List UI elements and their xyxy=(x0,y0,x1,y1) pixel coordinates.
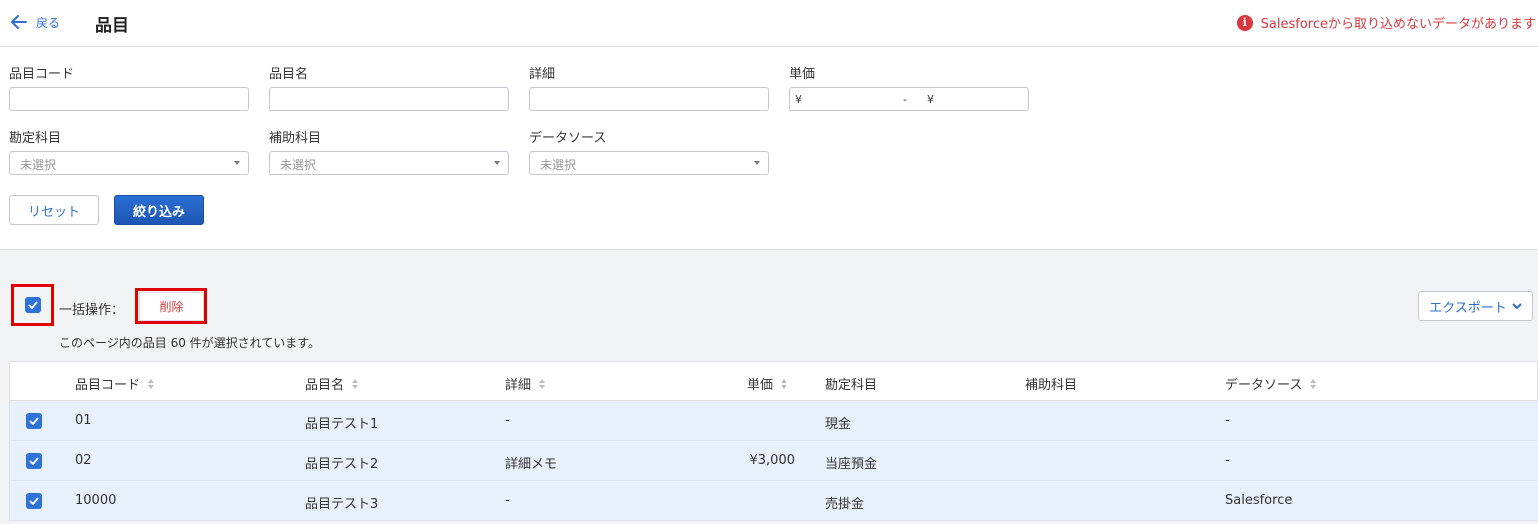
column-header-code[interactable]: 品目コード xyxy=(75,374,155,393)
caret-down-icon xyxy=(234,161,240,165)
code-filter-input[interactable] xyxy=(9,87,249,111)
table-row[interactable]: 01 品目テスト1 - 現金 - xyxy=(9,401,1538,441)
info-icon: i xyxy=(1236,14,1253,31)
cell-name[interactable]: 品目テスト1 xyxy=(305,413,378,432)
detail-filter-label: 詳細 xyxy=(529,67,556,82)
column-header-name[interactable]: 品目名 xyxy=(305,374,359,393)
sort-icon xyxy=(781,378,788,389)
column-header-price[interactable]: 単価 xyxy=(747,374,788,393)
reset-button[interactable]: リセット xyxy=(9,195,99,225)
selection-message: このページ内の品目 60 件が選択されています。 xyxy=(59,336,321,350)
row-checkbox[interactable] xyxy=(26,453,42,469)
price-range-input[interactable]: ¥ - ¥ xyxy=(789,87,1029,111)
cell-name[interactable]: 品目テスト2 xyxy=(305,453,378,472)
price-filter-label: 単価 xyxy=(789,67,816,82)
cell-source: - xyxy=(1225,453,1230,468)
import-warning[interactable]: i Salesforceから取り込めないデータがあります xyxy=(1236,13,1536,32)
cell-code: 01 xyxy=(75,413,92,428)
chevron-down-icon xyxy=(1512,302,1522,309)
sub-account-filter-select[interactable]: 未選択 xyxy=(269,151,509,175)
check-icon xyxy=(29,457,39,465)
sort-icon xyxy=(352,378,359,389)
cell-detail: 詳細メモ xyxy=(505,457,558,472)
sub-account-filter-label: 補助科目 xyxy=(269,131,322,146)
source-filter-label: データソース xyxy=(529,131,607,146)
sub-account-select-value: 未選択 xyxy=(280,158,317,172)
cell-detail: - xyxy=(505,413,510,428)
page-header: 戻る 品目 i Salesforceから取り込めないデータがあります xyxy=(0,0,1538,47)
caret-down-icon xyxy=(494,161,500,165)
name-filter-label: 品目名 xyxy=(269,67,309,82)
row-checkbox[interactable] xyxy=(26,493,42,509)
bulk-delete-button[interactable]: 削除 xyxy=(139,292,204,321)
price-to-symbol: ¥ xyxy=(927,93,934,106)
sort-icon xyxy=(539,378,546,389)
items-table: 品目コード 品目名 詳細 単価 勘定科目 補助科目 データソース 01 品目テス… xyxy=(9,361,1538,524)
cell-account: 現金 xyxy=(825,417,852,432)
export-label: エクスポート xyxy=(1429,300,1507,316)
cell-account: 当座預金 xyxy=(825,457,878,472)
cell-detail: - xyxy=(505,493,510,508)
apply-filter-button[interactable]: 絞り込み xyxy=(114,195,204,225)
sort-icon xyxy=(148,378,155,389)
back-link[interactable]: 戻る xyxy=(11,12,60,32)
account-filter-select[interactable]: 未選択 xyxy=(9,151,249,175)
column-header-sub-account: 補助科目 xyxy=(1025,378,1078,393)
price-from-symbol: ¥ xyxy=(795,93,802,106)
back-label: 戻る xyxy=(36,15,61,30)
row-checkbox[interactable] xyxy=(26,413,42,429)
caret-down-icon xyxy=(754,161,760,165)
account-select-value: 未選択 xyxy=(20,158,57,172)
name-filter-input[interactable] xyxy=(269,87,509,111)
source-filter-select[interactable]: 未選択 xyxy=(529,151,769,175)
column-header-source[interactable]: データソース xyxy=(1225,374,1317,393)
code-filter-label: 品目コード xyxy=(9,67,75,82)
cell-name[interactable]: 品目テスト3 xyxy=(305,493,378,512)
account-filter-label: 勘定科目 xyxy=(9,131,62,146)
bulk-action-label: 一括操作： xyxy=(59,303,125,318)
cell-account: 売掛金 xyxy=(825,497,865,512)
source-select-value: 未選択 xyxy=(540,158,577,172)
column-header-account: 勘定科目 xyxy=(825,378,878,393)
sort-icon xyxy=(1310,378,1317,389)
cell-source: Salesforce xyxy=(1225,493,1293,508)
check-icon xyxy=(29,417,39,425)
cell-code: 10000 xyxy=(75,493,117,508)
cell-source: - xyxy=(1225,413,1230,428)
check-icon xyxy=(29,497,39,505)
detail-filter-input[interactable] xyxy=(529,87,769,111)
cell-price: ¥3,000 xyxy=(749,453,796,468)
table-row[interactable]: 02 品目テスト2 詳細メモ ¥3,000 当座預金 - xyxy=(9,441,1538,481)
warning-text: Salesforceから取り込めないデータがあります xyxy=(1260,17,1536,32)
table-header: 品目コード 品目名 詳細 単価 勘定科目 補助科目 データソース xyxy=(9,361,1538,401)
list-area: 一括操作： 削除 エクスポート このページ内の品目 60 件が選択されています。… xyxy=(0,250,1538,524)
price-separator: - xyxy=(903,93,907,106)
column-header-detail[interactable]: 詳細 xyxy=(505,374,546,393)
table-row[interactable]: 10000 品目テスト3 - 売掛金 Salesforce xyxy=(9,481,1538,521)
filter-panel: 品目コード 品目名 詳細 単価 ¥ - ¥ 勘定科目 未選択 補助科目 未選択 … xyxy=(0,47,1538,250)
export-dropdown-button[interactable]: エクスポート xyxy=(1418,291,1533,321)
cell-code: 02 xyxy=(75,453,92,468)
check-icon xyxy=(28,301,38,309)
select-all-checkbox[interactable] xyxy=(25,297,41,313)
page-title: 品目 xyxy=(95,16,129,36)
arrow-left-icon xyxy=(11,15,27,29)
